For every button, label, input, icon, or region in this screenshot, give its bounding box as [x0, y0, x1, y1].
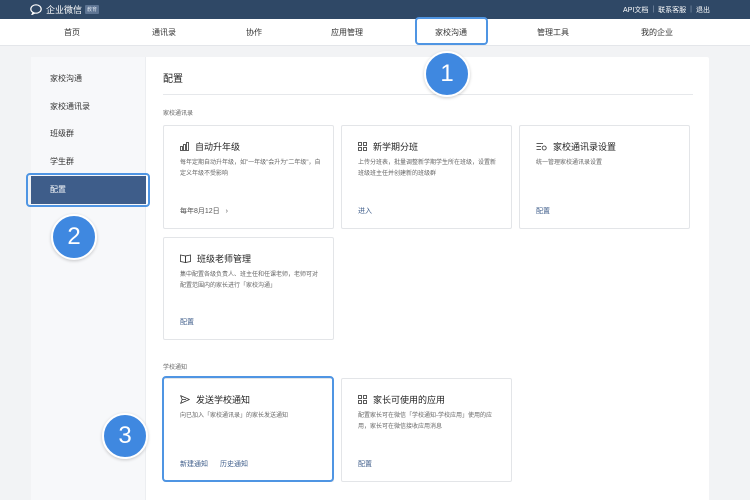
nav-contacts[interactable]: 通讯录 — [142, 19, 186, 46]
highlight-sidebar-config — [26, 173, 150, 207]
configure-link[interactable]: 配置 — [358, 459, 372, 469]
card-title: 自动升年级 — [195, 142, 241, 152]
card-header: 班级老师管理 — [180, 252, 251, 265]
main-nav: 首页 通讯录 协作 应用管理 家校沟通 管理工具 我的企业 — [0, 19, 750, 46]
highlight-nav-home-school — [415, 17, 488, 45]
sidebar-item-student-groups[interactable]: 学生群 — [31, 148, 146, 176]
top-header: 企业微信 教育 API文档 | 联系客服 | 退出 — [0, 0, 750, 19]
card-header: 新学期分班 — [358, 140, 418, 153]
card-title: 新学期分班 — [373, 142, 419, 152]
page-title: 配置 — [163, 74, 183, 85]
sidebar-item-contacts[interactable]: 家校通讯录 — [31, 93, 146, 121]
app-logo[interactable]: 企业微信 教育 — [30, 2, 100, 17]
card-auto-upgrade: 自动升年级 每年定期自动升年级，如"一年级"会升为"二年级"，自定义年级不受影响… — [163, 125, 334, 229]
card-description: 上传分班表，批量调整新学期学生所在班级，设置新班级班主任并创建新的班级群 — [358, 160, 497, 177]
highlight-send-notice-card — [162, 376, 334, 482]
card-description: 集中配置各级负责人、班主任和任课老师，老师可对配置范围内的家长进行「家校沟通」 — [180, 272, 319, 289]
nav-management-tools[interactable]: 管理工具 — [528, 19, 578, 46]
card-description: 统一管理家校通讯录设置 — [536, 160, 603, 166]
callout-badge-1: 1 — [424, 51, 470, 97]
card-title: 家校通讯录设置 — [553, 142, 617, 152]
apps-icon — [358, 395, 367, 404]
sidebar-item-home-school[interactable]: 家校沟通 — [31, 65, 146, 93]
configure-link[interactable]: 配置 — [536, 206, 550, 216]
app-name: 企业微信 — [46, 5, 83, 15]
book-icon — [180, 254, 191, 263]
card-parent-apps: 家长可使用的应用 配置家长可在微信「学校通知-学校应用」使用的应用，家长可在微信… — [341, 378, 512, 482]
section-label-contacts: 家校通讯录 — [163, 111, 194, 117]
title-divider — [163, 94, 693, 95]
card-description: 配置家长可在微信「学校通知-学校应用」使用的应用，家长可在微信接收应用消息 — [358, 413, 492, 430]
divider: | — [652, 6, 655, 13]
configure-link[interactable]: 配置 — [180, 317, 194, 327]
app-tag: 教育 — [85, 5, 100, 14]
enter-link[interactable]: 进入 — [358, 206, 372, 216]
nav-collaboration[interactable]: 协作 — [234, 19, 274, 46]
section-label-notices: 学校通知 — [163, 365, 188, 371]
card-title: 班级老师管理 — [197, 254, 252, 264]
card-header: 家长可使用的应用 — [358, 393, 445, 406]
logout-link[interactable]: 退出 — [696, 5, 710, 15]
card-header: 家校通讯录设置 — [536, 140, 616, 153]
contact-support-link[interactable]: 联系客服 — [658, 5, 686, 15]
grid-icon — [358, 142, 367, 151]
api-docs-link[interactable]: API文档 — [623, 5, 648, 15]
nav-my-company[interactable]: 我的企业 — [632, 19, 682, 46]
card-header: 自动升年级 — [180, 140, 240, 153]
sidebar-item-class-groups[interactable]: 班级群 — [31, 120, 146, 148]
upgrade-date: 每年8月12日 — [180, 208, 220, 215]
callout-badge-2: 2 — [51, 214, 97, 260]
wecom-logo-icon — [30, 4, 42, 15]
card-description: 每年定期自动升年级，如"一年级"会升为"二年级"，自定义年级不受影响 — [180, 160, 321, 177]
divider: | — [690, 6, 692, 13]
nav-app-management[interactable]: 应用管理 — [322, 19, 372, 46]
chevron-right-icon: › — [225, 208, 228, 215]
nav-home[interactable]: 首页 — [52, 19, 92, 46]
bar-chart-icon — [180, 142, 189, 151]
list-settings-icon — [536, 143, 547, 151]
upgrade-date-link[interactable]: 每年8月12日 › — [180, 206, 228, 216]
card-contacts-settings: 家校通讯录设置 统一管理家校通讯录设置 配置 — [519, 125, 690, 229]
header-links: API文档 | 联系客服 | 退出 — [623, 0, 710, 19]
card-new-term: 新学期分班 上传分班表，批量调整新学期学生所在班级，设置新班级班主任并创建新的班… — [341, 125, 512, 229]
callout-badge-3: 3 — [102, 413, 148, 459]
card-teacher-management: 班级老师管理 集中配置各级负责人、班主任和任课老师，老师可对配置范围内的家长进行… — [163, 237, 334, 340]
card-title: 家长可使用的应用 — [373, 395, 446, 405]
